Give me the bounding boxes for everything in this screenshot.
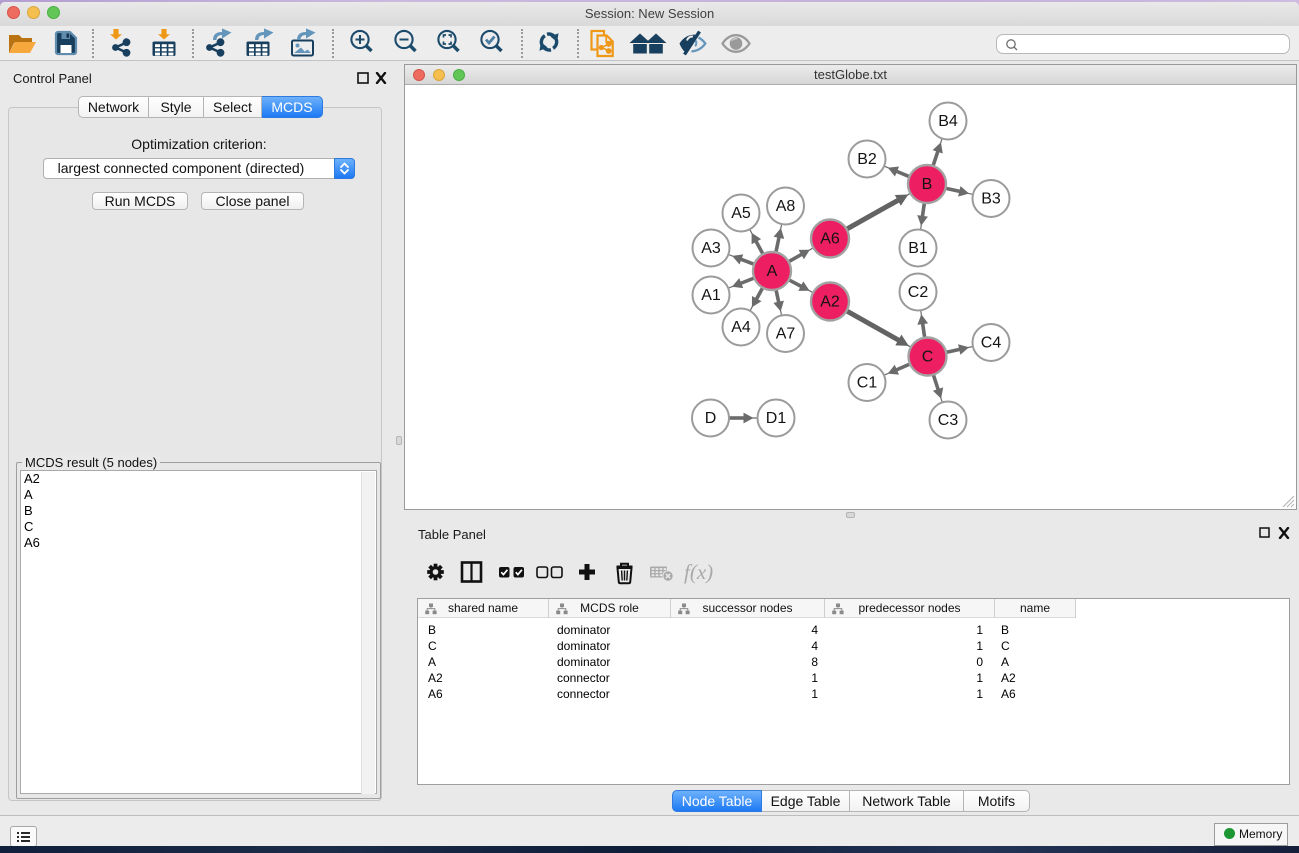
svg-text:A2: A2 <box>820 294 840 311</box>
svg-text:A3: A3 <box>701 240 721 257</box>
svg-text:B: B <box>922 176 933 193</box>
svg-text:C1: C1 <box>857 375 878 392</box>
svg-text:A: A <box>767 263 778 280</box>
svg-text:f(x): f(x) <box>684 560 713 584</box>
svg-text:A6: A6 <box>820 231 840 248</box>
svg-text:B3: B3 <box>981 191 1001 208</box>
svg-text:A7: A7 <box>776 326 796 343</box>
svg-text:A5: A5 <box>731 205 751 222</box>
svg-text:C: C <box>922 349 934 366</box>
svg-text:D1: D1 <box>766 410 787 427</box>
svg-text:B1: B1 <box>908 240 928 257</box>
svg-text:C4: C4 <box>981 335 1002 352</box>
svg-text:A8: A8 <box>776 198 796 215</box>
svg-text:A1: A1 <box>701 287 721 304</box>
svg-text:C2: C2 <box>908 284 929 301</box>
svg-text:B4: B4 <box>938 113 958 130</box>
svg-text:C3: C3 <box>938 412 959 429</box>
svg-text:B2: B2 <box>857 151 877 168</box>
svg-text:A4: A4 <box>731 319 751 336</box>
svg-text:D: D <box>705 410 717 427</box>
